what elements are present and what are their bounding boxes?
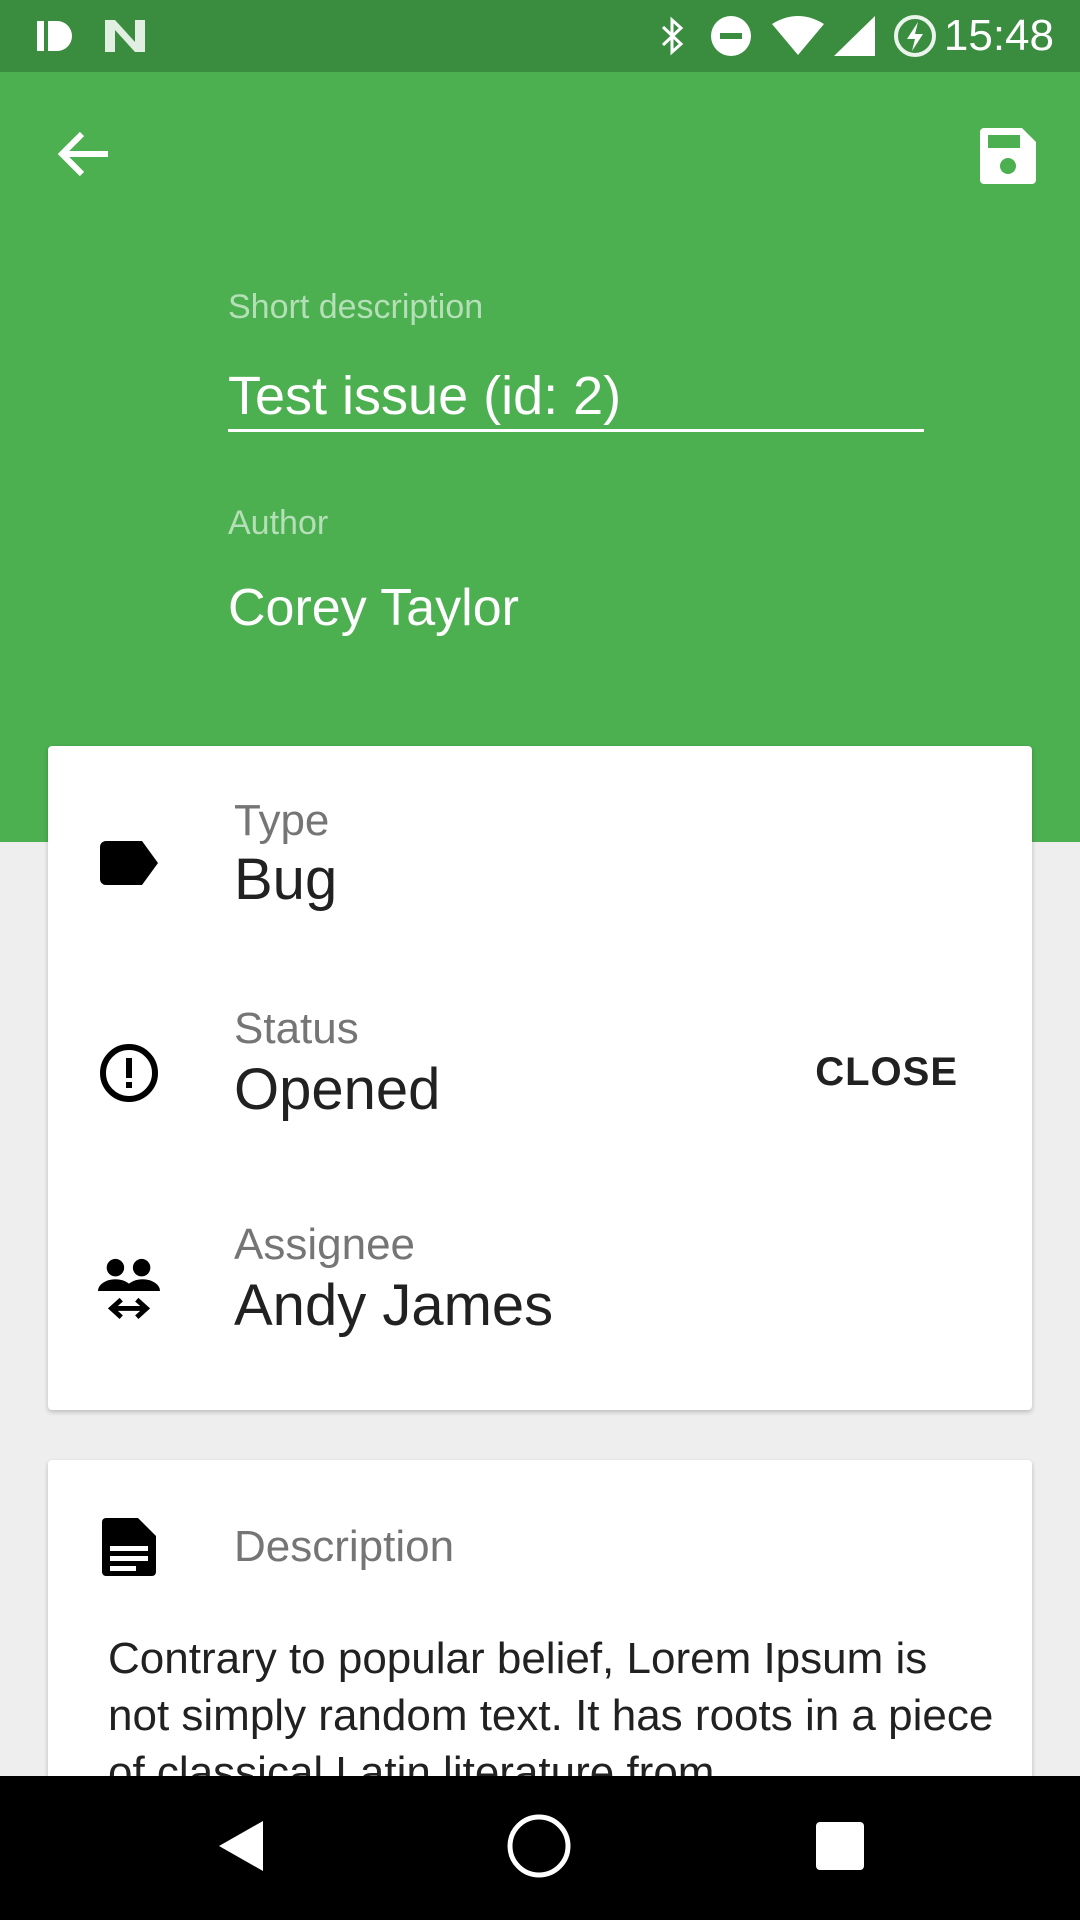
assignee-row[interactable]: Assignee Andy James [48,1220,1032,1350]
document-icon [96,1514,162,1580]
issue-header: Short description Author Corey Taylor [0,72,1080,842]
status-bar: 15:48 [0,0,1080,72]
close-issue-button[interactable]: CLOSE [815,1050,958,1095]
status-label: Status [234,1004,359,1053]
save-icon [980,127,1036,189]
save-button[interactable] [966,116,1050,200]
type-row[interactable]: Type Bug [48,796,1032,926]
type-value: Bug [234,847,338,912]
battery-charging-icon [892,14,938,58]
n-icon [102,14,150,58]
arrow-back-icon [57,130,110,183]
author-value: Corey Taylor [228,579,519,637]
short-description-label: Short description [228,288,484,326]
assignee-value: Andy James [234,1273,554,1338]
status-value: Opened [234,1057,441,1122]
nav-back-icon [216,1818,266,1879]
alert-circle-icon [96,1040,162,1106]
type-label: Type [234,796,330,845]
back-button[interactable] [44,116,124,196]
short-description-input[interactable] [228,362,924,432]
label-icon [96,830,162,896]
author-label: Author [228,504,329,542]
id-icon [34,14,76,58]
nav-recents-button[interactable] [795,1808,885,1888]
status-clock: 15:48 [943,11,1054,60]
signal-icon [830,14,878,58]
wifi-icon [770,14,826,58]
people-swap-icon [96,1256,162,1322]
issue-details-card: Type Bug Status Opened CLOSE Assignee An… [48,746,1032,1410]
navigation-bar [0,1776,1080,1920]
status-row: Status Opened CLOSE [48,1004,1032,1134]
do-not-disturb-icon [708,14,754,58]
description-label: Description [234,1522,455,1571]
bluetooth-icon [652,14,692,58]
nav-back-button[interactable] [196,1808,286,1888]
assignee-label: Assignee [234,1220,416,1269]
nav-recents-icon [814,1820,866,1877]
nav-home-button[interactable] [494,1808,584,1888]
nav-home-icon [505,1812,573,1885]
